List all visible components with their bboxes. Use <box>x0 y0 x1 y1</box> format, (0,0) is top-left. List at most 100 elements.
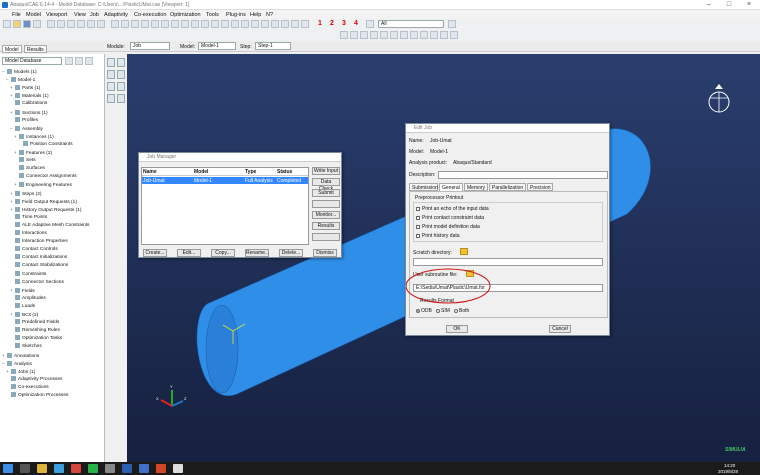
description-input[interactable] <box>438 171 608 179</box>
model-combo[interactable]: Model-1 <box>198 42 236 50</box>
chrome-icon[interactable] <box>71 464 81 473</box>
user-subroutine-folder-icon[interactable] <box>466 270 474 277</box>
tree-item[interactable]: Optimization Tasks <box>10 335 62 343</box>
tree-item[interactable]: Connector Assignments <box>14 173 77 181</box>
display-group-icon[interactable] <box>161 20 169 28</box>
tree-item[interactable]: + Annotations <box>2 352 39 360</box>
perspective-icon[interactable] <box>141 20 149 28</box>
tree-item[interactable]: + BCs (2) <box>10 311 38 319</box>
tree-item[interactable]: Contact Controls <box>10 246 58 254</box>
tool-10-icon[interactable] <box>281 20 289 28</box>
tree-item[interactable]: + Instances (1) <box>14 133 54 141</box>
tool-6-icon[interactable] <box>241 20 249 28</box>
cycle-view-icon[interactable] <box>97 20 105 28</box>
render-style-10-icon[interactable] <box>430 31 438 39</box>
radio-sim-dot[interactable] <box>436 309 440 313</box>
menu-view[interactable]: View <box>74 12 86 18</box>
tree-item[interactable]: – Assembly <box>10 125 43 133</box>
tree-item[interactable]: Amplitudes <box>10 294 46 303</box>
tree-item[interactable]: + History Output Requests (1) <box>10 206 81 214</box>
tree-item[interactable]: Remeshing Rules <box>10 327 60 335</box>
optimization-manager-icon[interactable] <box>117 94 125 103</box>
render-style-7-icon[interactable] <box>400 31 408 39</box>
module-combo[interactable]: Job <box>130 42 170 50</box>
tree-item[interactable]: ALE Adaptive Mesh Constraints <box>10 221 89 230</box>
job-bottom-button[interactable]: Dismiss <box>313 249 337 257</box>
check-history[interactable]: Print history data <box>416 233 460 239</box>
tree-item[interactable]: Sets <box>14 157 36 165</box>
tree-item[interactable]: Contact Initializations <box>10 254 67 262</box>
menu-job[interactable]: Job <box>90 12 99 18</box>
tool-4-icon[interactable] <box>221 20 229 28</box>
tool-5-icon[interactable] <box>231 20 239 28</box>
tool-3-icon[interactable] <box>211 20 219 28</box>
explorer-icon[interactable] <box>37 464 47 473</box>
tool-2-icon[interactable] <box>201 20 209 28</box>
job-side-button[interactable]: Data Check <box>312 178 340 192</box>
menu-plug-ins[interactable]: Plug-ins <box>226 12 246 18</box>
tree-item[interactable]: – Analysis <box>2 360 32 368</box>
tree-item[interactable]: + Parts (1) <box>10 84 40 92</box>
job-side-button[interactable] <box>312 233 340 241</box>
new-file-icon[interactable] <box>3 20 11 28</box>
tree-item[interactable]: + Steps (2) <box>10 190 41 198</box>
user-subroutine-input[interactable]: E:\Sedia\Umat\Plastic\Umat.for <box>413 284 603 292</box>
job-bottom-button[interactable]: Edit... <box>177 249 201 257</box>
tree-item[interactable]: Connector Sections <box>10 278 64 287</box>
job-side-button[interactable]: Write Input <box>312 167 340 175</box>
check-contact-box[interactable] <box>416 216 420 220</box>
render-icon[interactable] <box>121 20 129 28</box>
menu-file[interactable]: File <box>12 12 21 18</box>
tree-filter-icon[interactable] <box>65 57 73 65</box>
radio-both-dot[interactable] <box>454 309 458 313</box>
tree-item[interactable]: Contact Stabilizations <box>10 262 68 270</box>
tool-11-icon[interactable] <box>291 20 299 28</box>
tree-item[interactable]: + Engineering Features <box>14 181 72 189</box>
menu-co-execution[interactable]: Co-execution <box>134 12 166 18</box>
tree-item[interactable]: + Materials (1) <box>10 92 49 100</box>
edit-job-tab[interactable]: Memory <box>464 183 488 191</box>
edit-job-tab[interactable]: Submission <box>409 183 438 191</box>
tree-item[interactable]: Interactions <box>10 230 47 238</box>
menu-tools[interactable]: Tools <box>206 12 219 18</box>
notepad-icon[interactable] <box>173 464 183 473</box>
tree-item[interactable]: + Jobs (1) <box>6 368 35 376</box>
rotate-icon[interactable] <box>57 20 65 28</box>
step-combo[interactable]: Step-1 <box>255 42 291 50</box>
render-style-6-icon[interactable] <box>390 31 398 39</box>
section-view-icon[interactable] <box>151 20 159 28</box>
tool-9-icon[interactable] <box>271 20 279 28</box>
undo-icon[interactable] <box>191 20 199 28</box>
print-icon[interactable] <box>33 20 41 28</box>
close-icon[interactable]: × <box>740 1 758 9</box>
tree-item[interactable]: Sketches <box>10 343 42 351</box>
tree-item[interactable]: + Features (2) <box>14 149 52 157</box>
scratch-folder-icon[interactable] <box>460 248 468 255</box>
remove-icon[interactable] <box>181 20 189 28</box>
tree-item[interactable]: + Field Output Requests (1) <box>10 198 77 206</box>
job-bottom-button[interactable]: Rename... <box>245 249 269 257</box>
wechat-icon[interactable] <box>88 464 98 473</box>
render-style-3-icon[interactable] <box>360 31 368 39</box>
co-execution-manager-icon[interactable] <box>117 82 125 91</box>
radio-sim[interactable]: SIM <box>436 308 450 314</box>
tab-model[interactable]: Model <box>2 45 22 53</box>
zoom-icon[interactable] <box>67 20 75 28</box>
tree-item[interactable]: Position Constraints <box>18 140 73 149</box>
tab-results[interactable]: Results <box>24 45 47 53</box>
job-side-button[interactable]: Monitor... <box>312 211 340 219</box>
browser-icon[interactable] <box>54 464 64 473</box>
render-style-2-icon[interactable] <box>350 31 358 39</box>
tree-item[interactable]: + Sections (1) <box>10 109 48 117</box>
job-bottom-button[interactable]: Create... <box>143 249 167 257</box>
check-echo[interactable]: Print an echo of the input data <box>416 206 489 212</box>
radio-both[interactable]: Both <box>454 308 469 314</box>
tree-item[interactable]: Loads <box>10 302 35 311</box>
render-style-9-icon[interactable] <box>420 31 428 39</box>
menu-help[interactable]: Help <box>250 12 261 18</box>
tree-item[interactable]: – Models (1) <box>2 68 37 76</box>
fit-view-icon[interactable] <box>87 20 95 28</box>
menu-help-context[interactable]: N? <box>266 12 273 18</box>
job-manager-icon[interactable] <box>117 58 125 67</box>
ok-button[interactable]: OK <box>446 325 468 333</box>
